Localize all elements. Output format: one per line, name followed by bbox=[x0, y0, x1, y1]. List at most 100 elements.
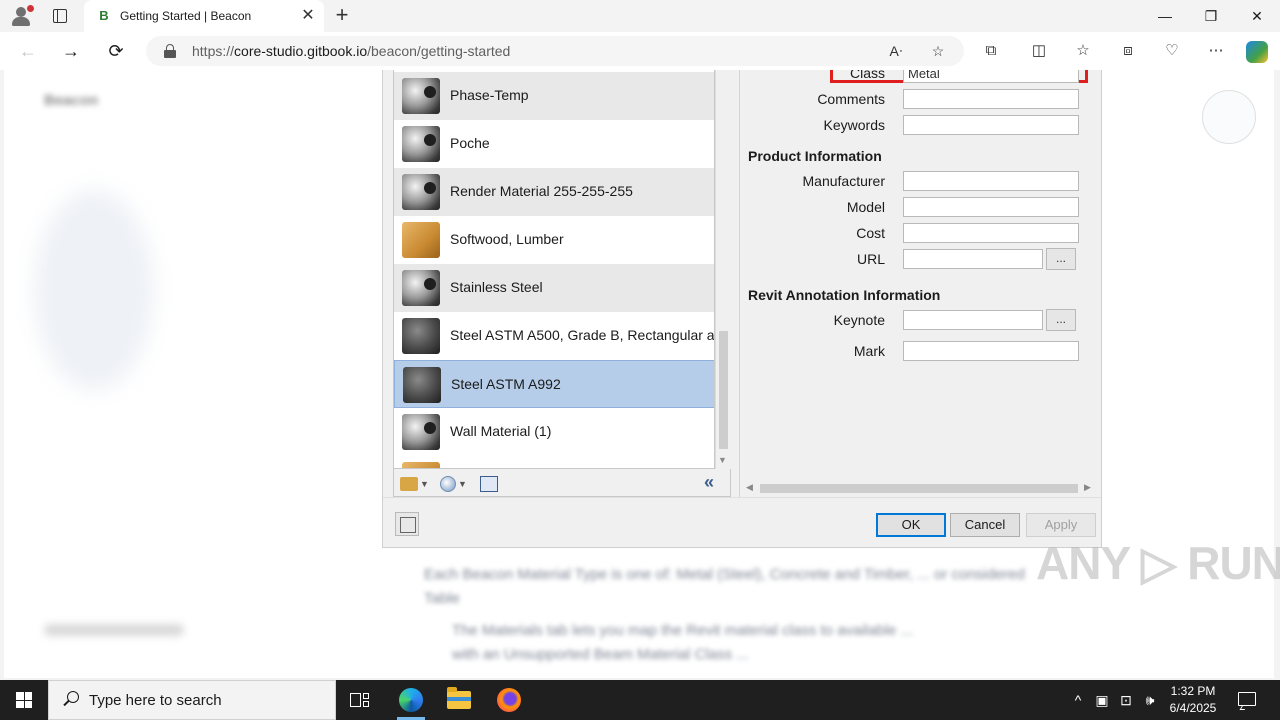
taskbar-edge[interactable] bbox=[387, 680, 435, 720]
taskbar-file-explorer[interactable] bbox=[435, 680, 483, 720]
list-item[interactable]: Softwood, Lumber bbox=[394, 216, 714, 264]
dialog-footer: OK Cancel Apply bbox=[383, 497, 1101, 547]
scroll-left-icon[interactable]: ◀ bbox=[746, 482, 753, 493]
material-name: Steel ASTM A992 bbox=[451, 376, 561, 392]
comments-field[interactable] bbox=[903, 89, 1079, 109]
tab-close-icon[interactable]: ✕ bbox=[298, 6, 318, 26]
list-scrollbar[interactable]: ▼ bbox=[715, 70, 731, 469]
product-information-heading: Product Information bbox=[748, 148, 882, 164]
mark-field[interactable] bbox=[903, 341, 1079, 361]
material-thumbnail-icon bbox=[402, 270, 440, 306]
model-label: Model bbox=[846, 199, 885, 215]
create-material-icon[interactable]: ▼ bbox=[440, 473, 467, 493]
cost-field[interactable] bbox=[903, 223, 1079, 243]
material-thumbnail-icon bbox=[402, 462, 440, 468]
tray-device-icon[interactable]: ▣ bbox=[1092, 690, 1112, 710]
list-item-selected[interactable]: Steel ASTM A992 bbox=[394, 360, 714, 408]
material-thumbnail-icon bbox=[403, 367, 441, 403]
url-field[interactable] bbox=[903, 249, 1043, 269]
manufacturer-field[interactable] bbox=[903, 171, 1079, 191]
material-name: Poche bbox=[450, 135, 490, 151]
material-name: Phase-Temp bbox=[450, 87, 529, 103]
task-view-icon[interactable] bbox=[350, 690, 370, 710]
forward-button[interactable]: → bbox=[57, 37, 85, 65]
read-aloud-icon[interactable]: Aᐧ bbox=[886, 41, 906, 61]
favorites-icon[interactable]: ☆ bbox=[1073, 41, 1093, 61]
settings-more-icon[interactable]: ⋯ bbox=[1206, 41, 1226, 61]
maximize-button[interactable]: ❐ bbox=[1188, 0, 1234, 32]
sidebar-footer-blur bbox=[44, 624, 184, 636]
collections-icon[interactable]: ⧈ bbox=[1118, 41, 1138, 61]
scroll-right-icon[interactable]: ▶ bbox=[1084, 482, 1091, 493]
material-list: Phase-Temp Poche Render Material 255-255… bbox=[393, 70, 715, 469]
network-icon[interactable]: ⊡ bbox=[1116, 690, 1136, 710]
list-item[interactable]: Stainless Steel bbox=[394, 264, 714, 312]
search-placeholder: Type here to search bbox=[89, 692, 222, 709]
minimize-button[interactable]: — bbox=[1142, 0, 1188, 32]
taskbar-search[interactable]: Type here to search bbox=[48, 680, 336, 720]
paragraph-line: with an Unsupported Beam Material Class … bbox=[452, 646, 749, 663]
material-name: Render Material 255-255-255 bbox=[450, 183, 633, 199]
url-browse-button[interactable]: ... bbox=[1046, 248, 1076, 270]
close-window-button[interactable]: ✕ bbox=[1234, 0, 1280, 32]
material-thumbnail-icon bbox=[402, 78, 440, 114]
hscroll-thumb[interactable] bbox=[760, 484, 1078, 493]
firefox-icon bbox=[497, 688, 521, 712]
keynote-field[interactable] bbox=[903, 310, 1043, 330]
material-thumbnail-icon bbox=[402, 126, 440, 162]
list-item[interactable]: Phase-Temp bbox=[394, 72, 714, 120]
tray-chevron-icon[interactable]: ^ bbox=[1068, 690, 1088, 710]
cost-label: Cost bbox=[856, 225, 885, 241]
class-dropdown[interactable]: Metal bbox=[903, 70, 1079, 83]
list-item[interactable]: Poche bbox=[394, 120, 714, 168]
taskbar-firefox[interactable] bbox=[485, 680, 533, 720]
ok-button[interactable]: OK bbox=[876, 513, 946, 537]
material-browser-toggle-icon[interactable] bbox=[395, 512, 419, 536]
list-item[interactable]: Wall Material (1) bbox=[394, 408, 714, 456]
beacon-favicon-icon: B bbox=[99, 8, 109, 23]
properties-hscrollbar[interactable]: ◀ ▶ bbox=[744, 481, 1094, 495]
tab-getting-started[interactable]: B Getting Started | Beacon ✕ bbox=[84, 0, 324, 32]
profile-icon[interactable] bbox=[10, 5, 34, 27]
keynote-browse-button[interactable]: ... bbox=[1046, 309, 1076, 331]
clock[interactable]: 1:32 PM 6/4/2025 bbox=[1160, 683, 1226, 717]
browser-essentials-icon[interactable]: ♡ bbox=[1162, 41, 1182, 61]
cancel-button[interactable]: Cancel bbox=[950, 513, 1020, 537]
browser-toolbar: ← → ⟳ https://core-studio.gitbook.io/bea… bbox=[0, 32, 1280, 70]
split-screen-icon[interactable]: ◫ bbox=[1029, 41, 1049, 61]
material-name: Wall Material (1) bbox=[450, 423, 552, 439]
list-item-partial[interactable] bbox=[394, 456, 714, 468]
start-button[interactable] bbox=[0, 680, 48, 720]
material-browser-dialog: Phase-Temp Poche Render Material 255-255… bbox=[382, 70, 1102, 548]
volume-icon[interactable]: 🕪 bbox=[1140, 690, 1160, 710]
url-text[interactable]: https://core-studio.gitbook.io/beacon/ge… bbox=[192, 43, 510, 59]
model-field[interactable] bbox=[903, 197, 1079, 217]
collapse-icon[interactable]: « bbox=[704, 472, 714, 493]
site-logo[interactable]: Beacon bbox=[44, 92, 98, 109]
manufacturer-label: Manufacturer bbox=[802, 173, 885, 189]
address-bar[interactable]: https://core-studio.gitbook.io/beacon/ge… bbox=[146, 36, 964, 66]
refresh-button[interactable]: ⟳ bbox=[102, 37, 130, 65]
lock-icon[interactable] bbox=[164, 44, 176, 58]
list-item[interactable]: Render Material 255-255-255 bbox=[394, 168, 714, 216]
sidebar-blur bbox=[34, 190, 154, 390]
notifications-icon[interactable] bbox=[1236, 690, 1258, 710]
copilot-icon[interactable] bbox=[1246, 41, 1268, 63]
asset-browser-icon[interactable] bbox=[480, 473, 498, 493]
back-button[interactable]: ← bbox=[14, 37, 42, 65]
list-item[interactable]: Steel ASTM A500, Grade B, Rectangular an… bbox=[394, 312, 714, 360]
list-toolbar: ▼ ▼ « bbox=[393, 469, 731, 497]
search-icon bbox=[63, 691, 79, 707]
extensions-icon[interactable]: ⧉ bbox=[981, 41, 1001, 61]
scroll-thumb[interactable] bbox=[719, 331, 728, 449]
tab-actions-icon[interactable] bbox=[50, 6, 70, 26]
scroll-down-icon[interactable]: ▼ bbox=[718, 455, 727, 465]
new-tab-button[interactable]: + bbox=[330, 4, 354, 28]
apply-button[interactable]: Apply bbox=[1026, 513, 1096, 537]
user-avatar-button[interactable] bbox=[1202, 90, 1256, 144]
favorite-star-icon[interactable]: ☆ bbox=[928, 41, 948, 61]
clock-date: 6/4/2025 bbox=[1169, 701, 1217, 715]
keywords-field[interactable] bbox=[903, 115, 1079, 135]
paragraph-line: Table bbox=[424, 590, 460, 607]
library-menu-icon[interactable]: ▼ bbox=[400, 473, 429, 493]
